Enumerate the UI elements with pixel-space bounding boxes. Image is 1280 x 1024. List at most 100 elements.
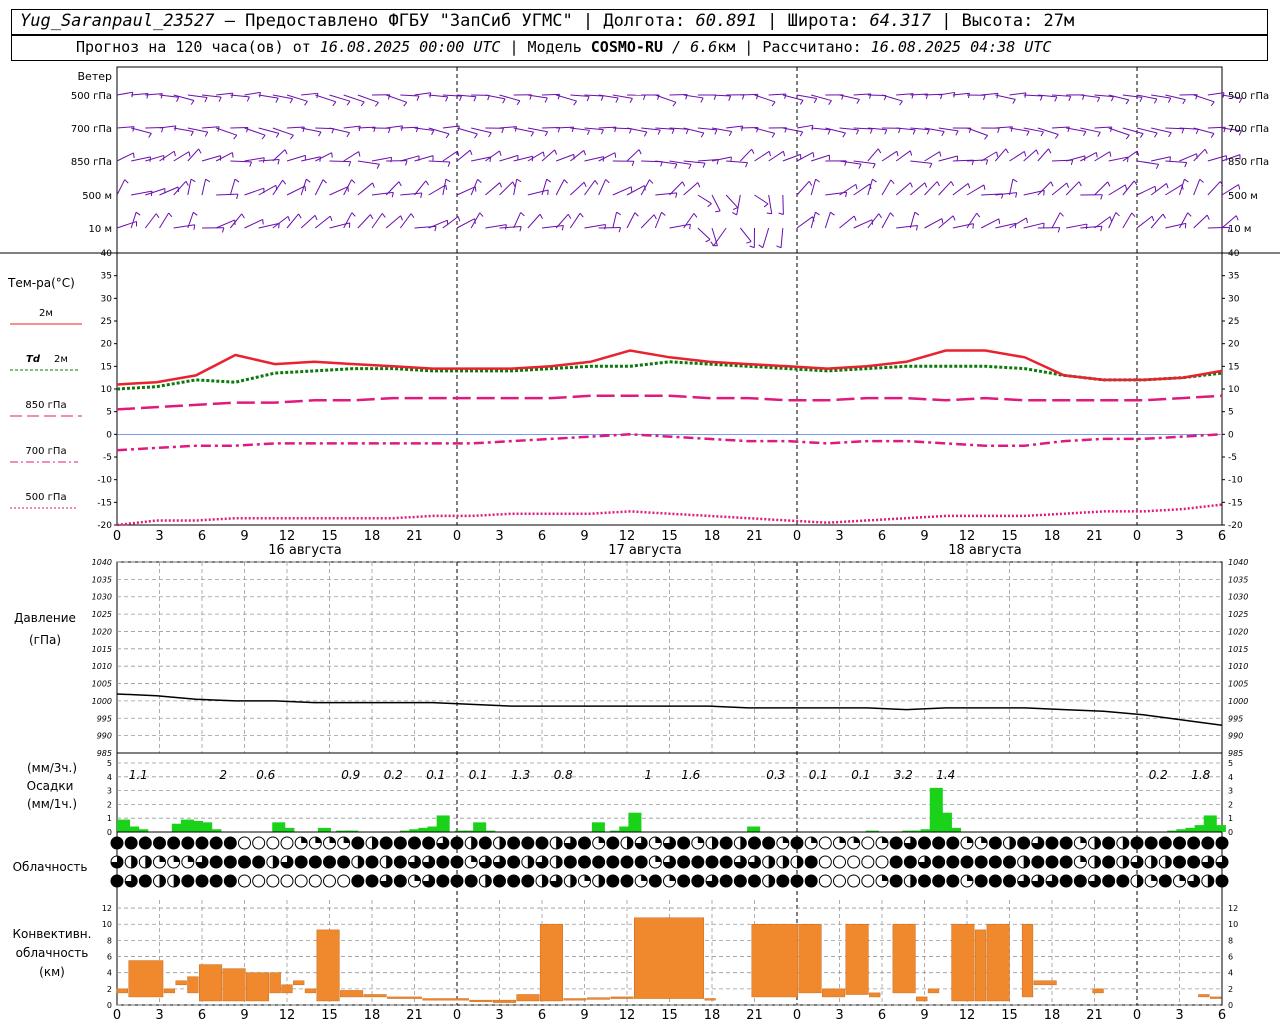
level-700hpa: 700 гПа [71,124,112,135]
conv-bar [845,923,869,995]
wind-barb [131,127,152,134]
wind-barb [442,125,460,129]
wind-barb-flag [1151,216,1155,222]
precip-3h-total: 0.1 [809,768,828,782]
wind-barb [286,154,306,162]
cloud-symbol [266,836,280,850]
hour-tick-label-top: 6 [878,529,886,544]
temp-tick-right: 0 [1228,430,1234,440]
wind-barb-flag [672,101,677,107]
wind-barb-flag [830,211,835,216]
temp-tick-left: -10 [97,476,112,486]
wind-barb [839,183,857,196]
precip-tick-right: 3 [1228,787,1233,796]
wind-barb-flag [358,151,361,157]
wind-barb [626,212,636,229]
cloud-symbol [1003,855,1016,869]
hour-tick-label-bottom: 6 [198,1008,206,1023]
precip-3h-total: 1.4 [936,768,955,782]
wind-barb [343,151,360,162]
cloud-symbol [946,874,960,888]
precip-3h-total: 0.1 [426,768,445,782]
wind-barb-flag [983,95,986,101]
hour-tick-label-bottom: 18 [704,1008,721,1023]
hour-tick-label-top: 0 [453,529,461,544]
cloud-symbol [323,855,336,869]
wind-barb-flag [193,224,196,230]
wind-barb [315,215,331,229]
level-500m-right: 500 м [1228,191,1258,202]
conv-tick-left: 12 [102,904,112,913]
wind-barb-flag [782,151,786,157]
cloud-symbol-fill [981,837,988,843]
conv-bar [563,998,587,1001]
wind-barb-flag [1097,132,1101,137]
wind-barb-flag [1100,194,1103,200]
wind-barb-flag [544,131,549,137]
precip-tick-left: 2 [107,800,112,809]
wind-barb-flag [1181,128,1185,134]
cloud-symbol [648,874,662,888]
conv-bar [246,972,270,1002]
wind-barb [215,152,233,162]
cloud-symbol-fill [315,837,322,843]
precip-tick-right: 2 [1228,800,1233,809]
conv-tick-left: 4 [107,969,112,978]
wind-barb [1165,222,1186,229]
cloud-symbol-fill [1179,875,1186,881]
cloud-symbol [450,836,464,850]
cloud-symbol-fill [272,856,279,869]
wind-barb-flag [877,148,882,154]
wind-barb-flag [410,213,415,219]
wind-barb-flag [289,134,294,140]
temp-tick-left: 40 [101,249,113,259]
conv-bar [869,992,881,998]
cloud-symbol [804,874,818,888]
wind-barb-flag [135,211,141,216]
wind-barb-flag [351,212,356,217]
cloud-symbol [1073,874,1087,888]
wind-barb-flag [1066,182,1070,188]
conv-label-2: облачность [16,946,89,960]
temp-tick-left: -5 [103,453,112,463]
wind-label: Ветер [78,70,112,83]
pressure-tick-right: 1015 [1228,645,1248,654]
wind-barb-flag [705,239,711,243]
conv-bar [316,929,340,1002]
wind-barb [910,160,932,164]
hour-tick-label-top: 15 [1001,529,1018,544]
conv-bar [340,990,364,998]
wind-barb-flag [605,179,610,184]
wind-barb [980,218,1000,229]
wind-barb [442,150,458,162]
date-label-1: 16 августа [268,543,342,558]
conv-bar [492,999,516,1003]
wind-barb-flag [1059,212,1064,217]
conv-bar [469,999,493,1002]
wind-barb [598,179,607,196]
cloud-symbol [578,855,591,869]
wind-barb [1080,127,1101,133]
cloud-symbol-fill [1080,837,1087,843]
wind-barb-flag [445,178,451,183]
wind-barb [414,92,431,96]
conv-tick-left: 6 [107,953,112,962]
cloud-symbol [110,874,124,888]
pressure-tick-right: 1025 [1228,610,1248,619]
wind-barb [1150,213,1164,229]
wind-barb-flag [168,212,173,218]
level-10m-right: 10 м [1228,224,1251,235]
wind-barb [640,179,650,196]
cloud-symbol [847,855,861,869]
cloud-symbol-fill [967,875,973,881]
cloud-symbol-fill [542,875,548,887]
cloud-symbol [195,874,209,888]
wind-barb-flag [629,128,632,134]
wind-barb-flag [896,151,899,157]
cloud-symbol-fill [853,837,860,843]
cloud-symbol-fill [570,875,577,888]
wind-barb-flag [1131,212,1136,218]
cloud-symbol [1116,874,1130,888]
temp-tick-left: 15 [101,362,112,372]
wind-barb-flag [514,126,518,132]
